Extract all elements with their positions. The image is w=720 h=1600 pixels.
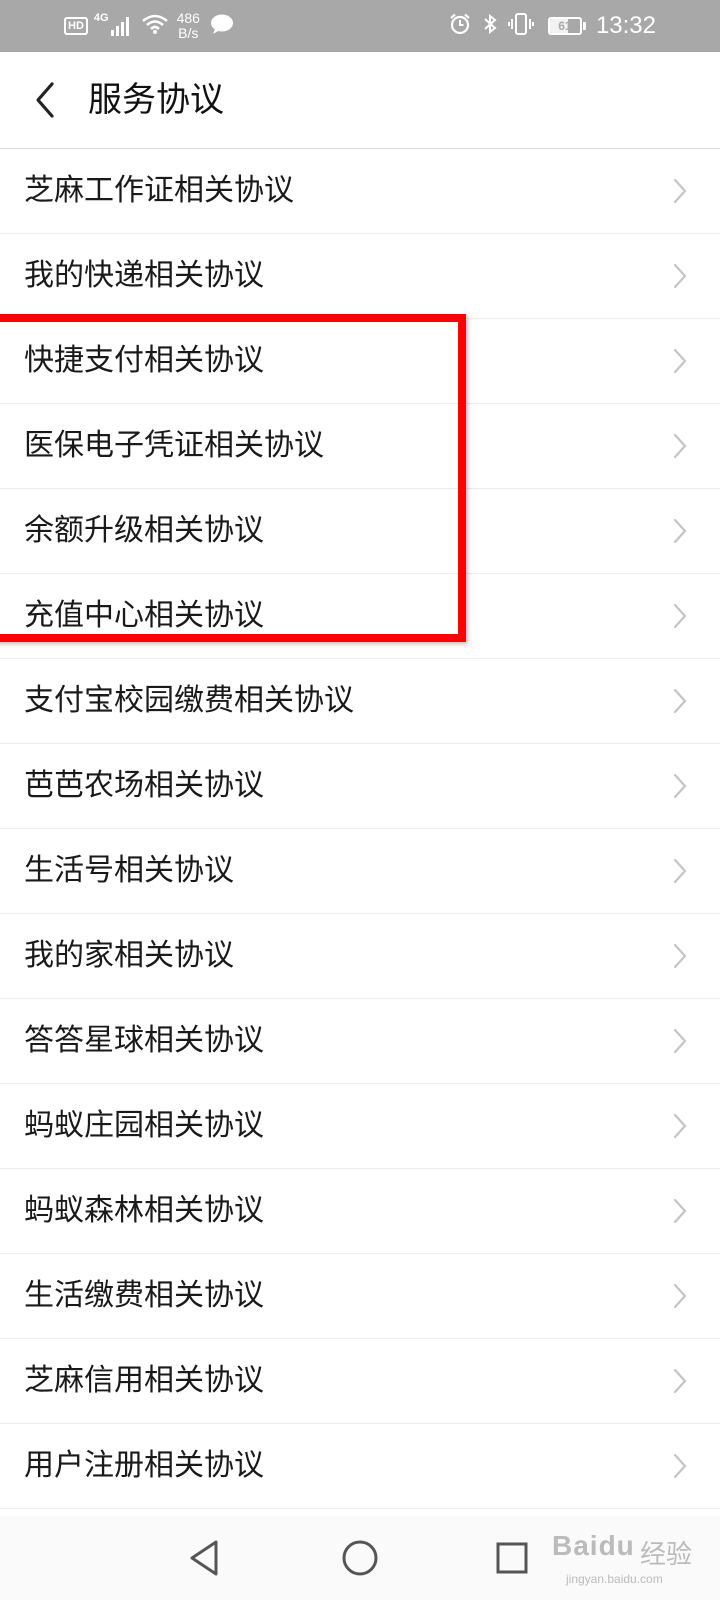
chevron-right-icon [673, 348, 687, 374]
network-type: 4G [93, 12, 109, 24]
watermark-main: Baidu [552, 1530, 635, 1561]
watermark-cn: 经验 [640, 1540, 693, 1570]
chevron-right-icon [673, 1028, 687, 1054]
circle-home-icon [342, 1540, 378, 1576]
list-item-label: 医保电子凭证相关协议 [24, 428, 324, 463]
chevron-right-icon [673, 178, 687, 204]
baidu-jingyan-watermark: Baidu 经验 jingyan.baidu.com [548, 1522, 708, 1592]
list-item-label: 我的家相关协议 [24, 938, 234, 973]
list-item[interactable]: 生活号相关协议 [0, 829, 720, 914]
clock: 13:32 [595, 12, 656, 39]
triangle-back-icon [190, 1540, 218, 1576]
watermark-sub: jingyan.baidu.com [566, 1572, 663, 1586]
list-item-label: 芝麻信用相关协议 [24, 1363, 264, 1398]
list-item[interactable]: 余额升级相关协议 [0, 489, 720, 574]
network-speed-unit: B/s [178, 25, 199, 41]
list-item[interactable]: 我的快递相关协议 [0, 234, 720, 319]
chevron-left-icon [36, 82, 54, 118]
page-title: 服务协议 [88, 80, 224, 120]
chevron-right-icon [673, 1113, 687, 1139]
list-item[interactable]: 生活缴费相关协议 [0, 1254, 720, 1339]
square-recents-icon [496, 1542, 528, 1574]
battery-shell: 61 [547, 17, 582, 35]
chevron-right-icon [673, 603, 687, 629]
chat-bubble-icon [210, 13, 234, 40]
list-item-label: 蚂蚁庄园相关协议 [24, 1108, 264, 1143]
list-item[interactable]: 芝麻信用相关协议 [0, 1339, 720, 1424]
chevron-right-icon [673, 688, 687, 714]
list-item-label: 芝麻工作证相关协议 [24, 173, 294, 208]
chevron-right-icon [673, 1198, 687, 1224]
list-item-label: 充值中心相关协议 [24, 598, 264, 633]
bluetooth-icon [482, 12, 498, 41]
status-right: 61 13:32 [438, 0, 656, 52]
list-item[interactable]: 蚂蚁庄园相关协议 [0, 1084, 720, 1169]
chevron-right-icon [673, 773, 687, 799]
network-speed: 486 B/s [177, 11, 200, 41]
list-item[interactable]: 支付宝校园缴费相关协议 [0, 659, 720, 744]
list-item-label: 快捷支付相关协议 [24, 343, 264, 378]
list-item-label: 余额升级相关协议 [24, 513, 264, 548]
hd-icon: HD [64, 17, 88, 35]
list-item[interactable]: 快捷支付相关协议 [0, 319, 720, 404]
list-item[interactable]: 用户注册相关协议 [0, 1424, 720, 1509]
agreement-list: 芝麻工作证相关协议 我的快递相关协议 快捷支付相关协议医保电子凭证相关协议 余额升级相… [0, 149, 720, 1509]
wifi-icon [141, 13, 169, 40]
list-item-label: 蚂蚁森林相关协议 [24, 1193, 264, 1228]
alarm-icon [448, 12, 472, 41]
list-item-label: 我的快递相关协议 [24, 258, 264, 293]
battery-percent: 61 [558, 19, 572, 33]
list-item[interactable]: 答答星球相关协议 [0, 999, 720, 1084]
list-item[interactable]: 充值中心相关协议 [0, 574, 720, 659]
battery-icon: 61 [547, 17, 586, 35]
list-item[interactable]: 芭芭农场相关协议 [0, 744, 720, 829]
signal-icon [110, 16, 131, 36]
list-item-label: 答答星球相关协议 [24, 1023, 264, 1058]
list-item[interactable]: 我的家相关协议 [0, 914, 720, 999]
nav-recents-button[interactable] [490, 1536, 534, 1580]
app-header: 服务协议 [0, 52, 720, 149]
status-left: HD 4G 486 B/s [64, 0, 234, 52]
chevron-right-icon [673, 943, 687, 969]
list-item-label: 生活号相关协议 [24, 853, 234, 888]
list-item-label: 支付宝校园缴费相关协议 [24, 683, 354, 718]
chevron-right-icon [673, 858, 687, 884]
battery-cap [582, 22, 586, 30]
back-button[interactable] [24, 76, 72, 124]
chevron-right-icon [673, 1453, 687, 1479]
list-item-label: 芭芭农场相关协议 [24, 768, 264, 803]
chevron-right-icon [673, 1283, 687, 1309]
status-bar: HD 4G 486 B/s 61 13:32 [0, 0, 720, 52]
vibrate-icon [507, 12, 534, 41]
list-item[interactable]: 医保电子凭证相关协议 [0, 404, 720, 489]
network-speed-value: 486 [176, 10, 200, 26]
list-item[interactable]: 芝麻工作证相关协议 [0, 149, 720, 234]
chevron-right-icon [673, 518, 687, 544]
chevron-right-icon [673, 433, 687, 459]
chevron-right-icon [673, 1368, 687, 1394]
chevron-right-icon [673, 263, 687, 289]
list-item-label: 用户注册相关协议 [24, 1448, 264, 1483]
nav-back-button[interactable] [184, 1536, 228, 1580]
nav-home-button[interactable] [338, 1536, 382, 1580]
list-item[interactable]: 蚂蚁森林相关协议 [0, 1169, 720, 1254]
list-item-label: 生活缴费相关协议 [24, 1278, 264, 1313]
